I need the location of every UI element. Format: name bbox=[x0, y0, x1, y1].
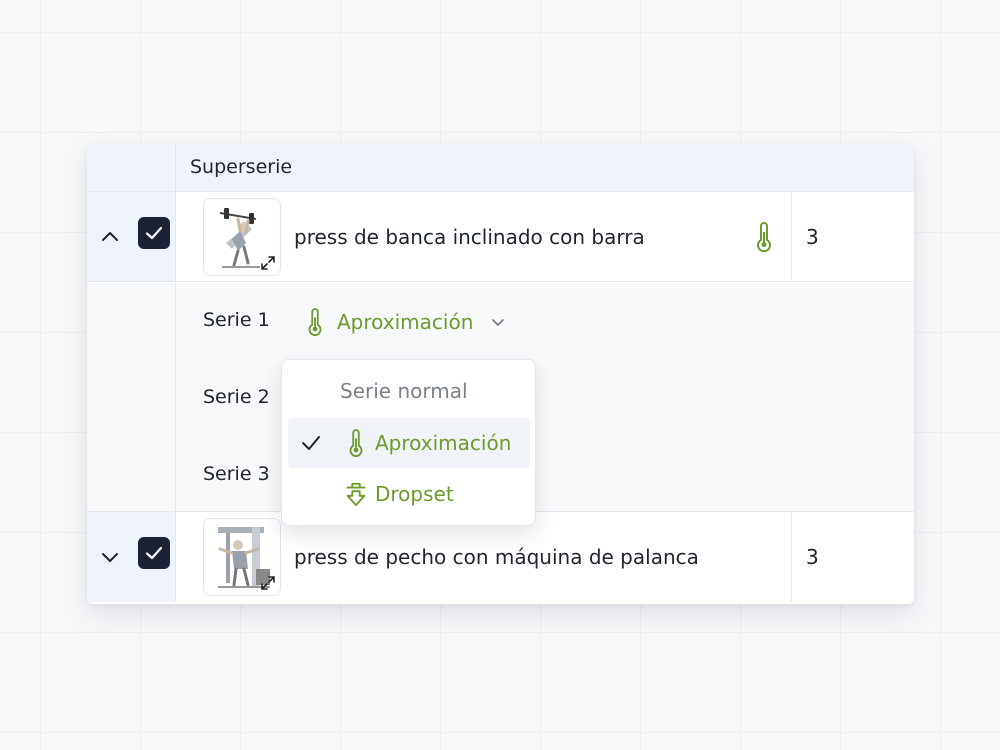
check-icon bbox=[145, 226, 163, 240]
table-header: Superserie bbox=[87, 144, 914, 192]
superset-title: Superserie bbox=[190, 156, 293, 178]
exercise-checkbox[interactable] bbox=[138, 217, 170, 249]
chevron-down-icon bbox=[492, 319, 505, 326]
option-aproximacion[interactable]: Aproximación bbox=[288, 418, 530, 468]
option-label: Aproximación bbox=[375, 431, 512, 455]
header-left-cell bbox=[87, 144, 176, 192]
serie-label: Serie 3 bbox=[203, 463, 270, 485]
row-controls bbox=[87, 192, 176, 281]
exercise-name[interactable]: press de pecho con máquina de palanca bbox=[294, 545, 699, 569]
expand-icon[interactable] bbox=[259, 254, 277, 272]
exercise-checkbox[interactable] bbox=[138, 537, 170, 569]
chevron-down-icon[interactable] bbox=[99, 546, 121, 568]
option-label: Serie normal bbox=[340, 379, 468, 403]
serie-label: Serie 2 bbox=[203, 386, 270, 408]
series-left-gutter bbox=[87, 283, 176, 511]
row-controls bbox=[87, 512, 176, 602]
exercise-row: press de banca inclinado con barra 3 bbox=[87, 192, 914, 282]
thermometer-icon bbox=[308, 308, 322, 336]
option-dropset[interactable]: Dropset bbox=[288, 469, 530, 519]
check-icon bbox=[145, 546, 163, 560]
chevron-up-icon[interactable] bbox=[99, 226, 121, 248]
serie-type-select[interactable]: Aproximación bbox=[303, 305, 507, 339]
dropset-arrow-icon bbox=[346, 482, 366, 506]
sets-count: 3 bbox=[806, 545, 819, 569]
expand-icon[interactable] bbox=[259, 574, 277, 592]
option-serie-normal[interactable]: Serie normal bbox=[288, 366, 530, 416]
serie-type-value: Aproximación bbox=[337, 310, 474, 334]
checkmark-icon bbox=[302, 436, 320, 450]
exercise-thumbnail[interactable] bbox=[203, 198, 281, 276]
serie-type-dropdown: Serie normal Aproximación Dropset bbox=[281, 359, 536, 526]
sets-cell[interactable]: 3 bbox=[791, 192, 914, 281]
sets-count: 3 bbox=[806, 225, 819, 249]
thermometer-icon bbox=[349, 429, 363, 457]
exercise-thumbnail[interactable] bbox=[203, 518, 281, 596]
option-label: Dropset bbox=[375, 482, 454, 506]
thermometer-icon bbox=[757, 222, 771, 252]
sets-cell[interactable]: 3 bbox=[791, 512, 914, 602]
serie-label: Serie 1 bbox=[203, 309, 270, 331]
exercise-name[interactable]: press de banca inclinado con barra bbox=[294, 225, 645, 249]
